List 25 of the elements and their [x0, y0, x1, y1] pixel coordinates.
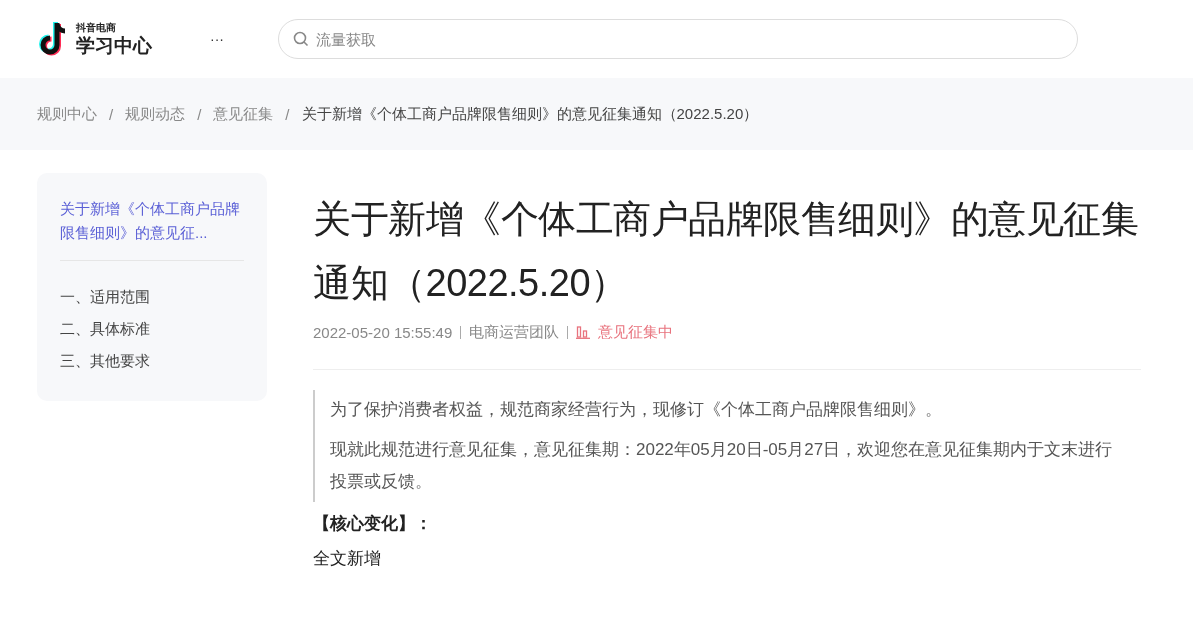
- logo-subtitle: 抖音电商: [76, 23, 117, 33]
- quote-paragraph: 现就此规范进行意见征集，意见征集期：2022年05月20日-05月27日，欢迎您在意见征集期内于文末进行投票或反馈。: [330, 439, 1114, 493]
- logo-title: 学习中心: [76, 36, 152, 55]
- toc-title[interactable]: 关于新增《个体工商户品牌限售细则》的意见征...: [60, 197, 244, 245]
- author: 电商运营团队: [469, 323, 560, 342]
- breadcrumb-separator: /: [285, 105, 290, 123]
- breadcrumb-link[interactable]: 意见征集: [213, 104, 274, 124]
- bar-chart-icon: [576, 326, 591, 339]
- toc-item[interactable]: 一、适用范围: [60, 281, 244, 313]
- article-title: 关于新增《个体工商户品牌限售细则》的意见征集通知（2022.5.20）: [313, 197, 1139, 306]
- body-text: 全文新增: [313, 548, 382, 570]
- search-icon: [293, 31, 309, 47]
- more-button[interactable]: ···: [207, 31, 227, 47]
- toc-item[interactable]: 三、其他要求: [60, 345, 244, 377]
- breadcrumb-link[interactable]: 规则中心: [37, 104, 97, 124]
- section-heading: 【核心变化】：: [313, 513, 433, 535]
- breadcrumb-separator: /: [197, 105, 202, 123]
- quote-paragraph: 为了保护消费者权益，规范商家经营行为，现修订《个体工商户品牌限售细则》。: [330, 399, 943, 421]
- publish-date: 2022-05-20 15:55:49: [313, 324, 453, 341]
- breadcrumb-separator: /: [109, 105, 114, 123]
- toc-item[interactable]: 二、具体标准: [60, 313, 244, 345]
- status-label: 意见征集中: [598, 323, 674, 342]
- breadcrumb-link[interactable]: 规则动态: [125, 104, 186, 124]
- search-field[interactable]: 流量获取: [278, 19, 1078, 59]
- breadcrumb-current: 关于新增《个体工商户品牌限售细则》的意见征集通知（2022.5.20）: [301, 104, 759, 124]
